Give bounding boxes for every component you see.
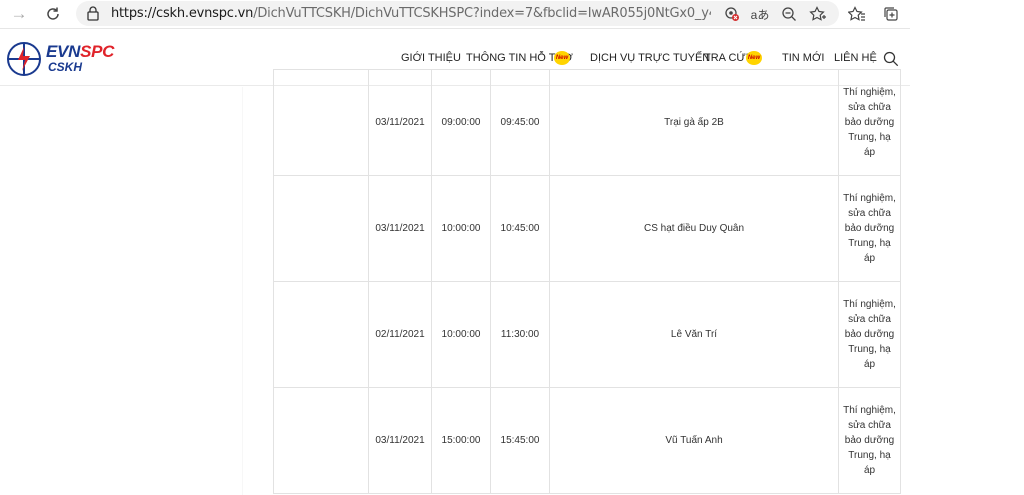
lock-icon[interactable] xyxy=(86,6,100,21)
location-cell: Vũ Tuấn Anh xyxy=(549,387,839,494)
location-cell: Trại gà ấp 2B xyxy=(549,69,839,176)
date-cell: 03/11/2021 xyxy=(368,387,432,494)
date-cell: 03/11/2021 xyxy=(368,69,432,176)
logo-primary: EVN xyxy=(46,42,81,61)
reason-cell: Thí nghiệm, sửa chữa bảo dưỡng Trung, hạ… xyxy=(838,69,901,176)
url-path: /DichVuTTCSKH/DichVuTTCSKHSPC?index=7&fb… xyxy=(253,6,711,21)
blank-cell xyxy=(273,281,369,388)
blank-cell xyxy=(273,69,369,176)
blank-cell xyxy=(273,387,369,494)
table-row: 03/11/2021 10:00:00 10:45:00 CS hạt điều Du… xyxy=(273,175,901,282)
left-panel xyxy=(0,87,242,495)
tracking-prevention-icon[interactable] xyxy=(722,4,742,24)
end-time-cell: 10:45:00 xyxy=(490,175,550,282)
menu-gioi-thieu[interactable]: GIỚI THIỆU xyxy=(401,52,461,64)
start-time-cell: 09:00:00 xyxy=(431,69,491,176)
logo-emblem-icon xyxy=(7,42,41,76)
location-cell: CS hạt điều Duy Quân xyxy=(549,175,839,282)
table-row: 03/11/2021 09:00:00 09:45:00 Trại gà ấp 2B T… xyxy=(273,69,901,176)
reload-icon[interactable] xyxy=(42,3,64,25)
read-aloud-icon[interactable]: aあ xyxy=(750,4,770,24)
search-icon[interactable] xyxy=(883,51,899,67)
evnspc-logo[interactable]: EVNSPC CSKH xyxy=(6,40,116,78)
blank-cell xyxy=(273,175,369,282)
table-row: 03/11/2021 15:00:00 15:45:00 Vũ Tuấn Anh Thí… xyxy=(273,387,901,494)
favorites-icon[interactable] xyxy=(847,4,867,24)
zoom-out-icon[interactable] xyxy=(779,4,799,24)
table-row: 02/11/2021 10:00:00 11:30:00 Lê Văn Trí Thí … xyxy=(273,281,901,388)
end-time-cell: 15:45:00 xyxy=(490,387,550,494)
menu-dich-vu-truc-tuyen[interactable]: DỊCH VỤ TRỰC TUYẾN xyxy=(590,52,710,64)
menu-tin-moi[interactable]: TIN MỚI xyxy=(782,52,824,64)
url-text[interactable]: https://cskh.evnspc.vn/DichVuTTCSKH/Dich… xyxy=(111,6,711,21)
reason-cell: Thí nghiệm, sửa chữa bảo dưỡng Trung, hạ… xyxy=(838,281,901,388)
end-time-cell: 11:30:00 xyxy=(490,281,550,388)
logo-sub: CSKH xyxy=(48,60,83,74)
start-time-cell: 10:00:00 xyxy=(431,281,491,388)
browser-toolbar: → https://cskh.evnspc.vn/DichVuTTCSKH/Di… xyxy=(0,0,910,28)
page-content: 03/11/2021 09:00:00 09:45:00 Trại gà ấp 2B T… xyxy=(0,69,910,495)
start-time-cell: 15:00:00 xyxy=(431,387,491,494)
date-cell: 02/11/2021 xyxy=(368,281,432,388)
start-time-cell: 10:00:00 xyxy=(431,175,491,282)
url-host: https://cskh.evnspc.vn xyxy=(111,6,254,21)
favorite-add-icon[interactable] xyxy=(808,4,828,24)
reason-cell: Thí nghiệm, sửa chữa bảo dưỡng Trung, hạ… xyxy=(838,387,901,494)
date-cell: 03/11/2021 xyxy=(368,175,432,282)
reason-cell: Thí nghiệm, sửa chữa bảo dưỡng Trung, hạ… xyxy=(838,175,901,282)
outage-schedule-table: 03/11/2021 09:00:00 09:45:00 Trại gà ấp 2B T… xyxy=(273,69,901,494)
blank-margin xyxy=(910,0,1024,495)
end-time-cell: 09:45:00 xyxy=(490,69,550,176)
menu-lien-he[interactable]: LIÊN HỆ xyxy=(834,52,877,64)
new-badge: New xyxy=(554,51,570,65)
logo-wordmark: EVNSPC xyxy=(46,42,114,62)
logo-accent: SPC xyxy=(80,42,115,61)
location-cell: Lê Văn Trí xyxy=(549,281,839,388)
collections-icon[interactable] xyxy=(881,4,901,24)
forward-icon[interactable]: → xyxy=(8,3,30,25)
new-badge: New xyxy=(746,51,762,65)
